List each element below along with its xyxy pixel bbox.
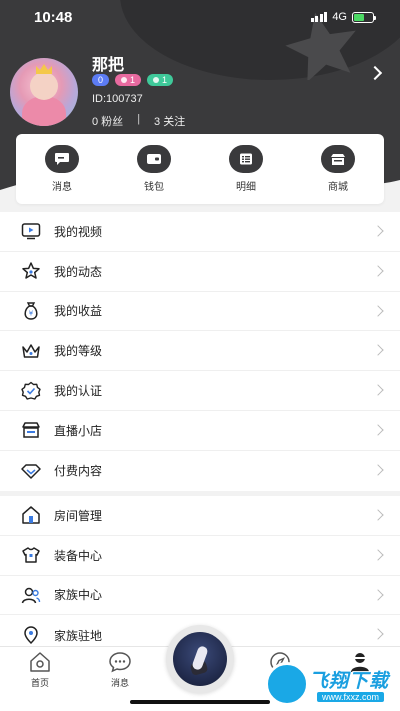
menu-item-label: 家族驻地 xyxy=(54,628,103,643)
quick-action-label: 消息 xyxy=(52,182,72,193)
chevron-right-icon xyxy=(372,509,384,521)
quick-action-label: 商城 xyxy=(328,182,348,193)
signal-icon xyxy=(310,12,328,22)
avatar[interactable] xyxy=(10,58,78,126)
money-bag-icon: ¥ xyxy=(20,300,42,322)
quick-action-shop[interactable]: 商城 xyxy=(303,145,373,193)
chat-icon xyxy=(45,145,79,173)
following-count[interactable]: 3 关注 xyxy=(154,113,185,129)
network-type: 4G xyxy=(332,11,347,23)
chevron-right-icon xyxy=(372,424,384,436)
location-icon xyxy=(20,624,42,646)
status-bar: 10:48 4G xyxy=(0,0,400,34)
quick-action-details[interactable]: 明细 xyxy=(211,145,281,193)
menu-item-label: 付费内容 xyxy=(54,464,103,479)
tab-label: 消息 xyxy=(110,678,129,688)
user-id: ID:100737 xyxy=(92,93,143,105)
house-icon xyxy=(20,504,42,526)
menu-item-equipment-center[interactable]: 装备中心 xyxy=(0,536,400,576)
chevron-right-icon xyxy=(372,265,384,277)
chevron-right-icon xyxy=(372,304,384,317)
menu-item-my-level[interactable]: 我的等级 xyxy=(0,331,400,372)
tab-label: 首页 xyxy=(30,678,49,688)
user-badges: 0 1 1 xyxy=(92,74,174,86)
menu-item-label: 我的动态 xyxy=(54,264,103,279)
chevron-right-icon xyxy=(372,628,384,641)
menu-item-label: 家族中心 xyxy=(54,588,103,603)
diamond-icon xyxy=(20,460,42,482)
menu-item-family-center[interactable]: 家族中心 xyxy=(0,576,400,616)
quick-action-label: 钱包 xyxy=(144,182,164,193)
shirt-icon xyxy=(20,544,42,566)
fans-count[interactable]: 0 粉丝 xyxy=(92,113,123,129)
watermark: 飞翔下载 www.fxxz.com xyxy=(265,652,395,710)
menu-item-label: 我的等级 xyxy=(54,344,103,359)
chevron-right-icon xyxy=(372,225,384,237)
list-icon xyxy=(229,145,263,173)
home-icon xyxy=(30,652,50,672)
menu-item-my-videos[interactable]: 我的视频 xyxy=(0,212,400,252)
quick-action-label: 明细 xyxy=(236,182,256,193)
live-broadcast-image xyxy=(173,632,227,686)
menu-section-personal: 我的视频 我的动态 ¥ 我的收益 我的等级 我的认证 直播小店 付费内容 xyxy=(0,212,400,491)
shop-icon xyxy=(321,145,355,173)
people-icon xyxy=(20,584,42,606)
menu-item-label: 房间管理 xyxy=(54,508,103,523)
store-icon xyxy=(20,419,42,441)
menu-item-label: 我的认证 xyxy=(54,384,103,399)
menu-item-label: 装备中心 xyxy=(54,548,103,563)
chevron-right-icon xyxy=(372,384,384,396)
watermark-text: 飞翔下载 xyxy=(309,671,390,692)
watermark-logo-icon xyxy=(265,662,309,706)
chevron-right-icon xyxy=(372,344,384,357)
chat-bubble-icon xyxy=(109,652,131,673)
menu-item-label: 我的视频 xyxy=(54,224,103,239)
tab-messages[interactable]: 消息 xyxy=(90,651,150,689)
charm-badge: 1 xyxy=(147,74,174,86)
wealth-badge: 1 xyxy=(115,74,142,86)
menu-item-my-posts[interactable]: 我的动态 xyxy=(0,252,400,292)
video-icon xyxy=(20,220,42,242)
menu-item-label: 直播小店 xyxy=(54,423,103,438)
svg-text:¥: ¥ xyxy=(29,309,34,317)
wallet-icon xyxy=(137,145,171,173)
level-badge: 0 xyxy=(92,74,110,86)
status-time: 10:48 xyxy=(34,9,73,26)
follow-separator: | xyxy=(137,113,141,125)
chevron-right-icon xyxy=(372,464,384,476)
live-broadcast-button[interactable] xyxy=(166,625,234,693)
quick-action-messages[interactable]: 消息 xyxy=(27,145,97,193)
battery-icon xyxy=(352,11,376,23)
menu-item-my-earnings[interactable]: ¥ 我的收益 xyxy=(0,292,400,332)
menu-item-my-verification[interactable]: 我的认证 xyxy=(0,371,400,411)
chevron-right-icon xyxy=(372,549,384,561)
tab-home[interactable]: 首页 xyxy=(10,651,70,689)
verified-icon xyxy=(20,380,42,402)
star-icon xyxy=(20,260,42,282)
username: 那把 xyxy=(92,57,125,74)
menu-item-paid-content[interactable]: 付费内容 xyxy=(0,451,400,491)
chevron-right-icon xyxy=(372,588,384,601)
quick-actions-card: 消息 钱包 明细 商城 xyxy=(16,134,384,204)
menu-item-room-management[interactable]: 房间管理 xyxy=(0,496,400,536)
follow-stats: 0 粉丝 | 3 关注 xyxy=(92,113,185,129)
home-indicator xyxy=(130,700,270,704)
menu-item-label: 我的收益 xyxy=(54,304,103,319)
crown-icon xyxy=(20,340,42,362)
menu-item-live-store[interactable]: 直播小店 xyxy=(0,411,400,451)
quick-action-wallet[interactable]: 钱包 xyxy=(119,145,189,193)
watermark-url: www.fxxz.com xyxy=(317,692,385,702)
